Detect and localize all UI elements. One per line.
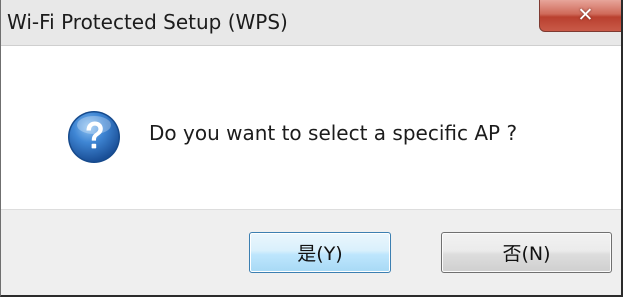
title-bar[interactable]: Wi-Fi Protected Setup (WPS) ✕ — [1, 0, 621, 46]
wps-dialog: Wi-Fi Protected Setup (WPS) ✕ Do you wan… — [0, 0, 623, 297]
window-title: Wi-Fi Protected Setup (WPS) — [7, 10, 288, 34]
close-icon: ✕ — [577, 4, 594, 26]
dialog-content: Do you want to select a specific AP ? — [1, 47, 621, 209]
prompt-message: Do you want to select a specific AP ? — [149, 121, 518, 145]
yes-button[interactable]: 是(Y) — [249, 232, 391, 273]
no-button[interactable]: 否(N) — [441, 232, 612, 273]
question-icon — [68, 111, 120, 163]
button-bar: 是(Y) 否(N) — [1, 209, 621, 295]
close-button[interactable]: ✕ — [539, 0, 621, 32]
